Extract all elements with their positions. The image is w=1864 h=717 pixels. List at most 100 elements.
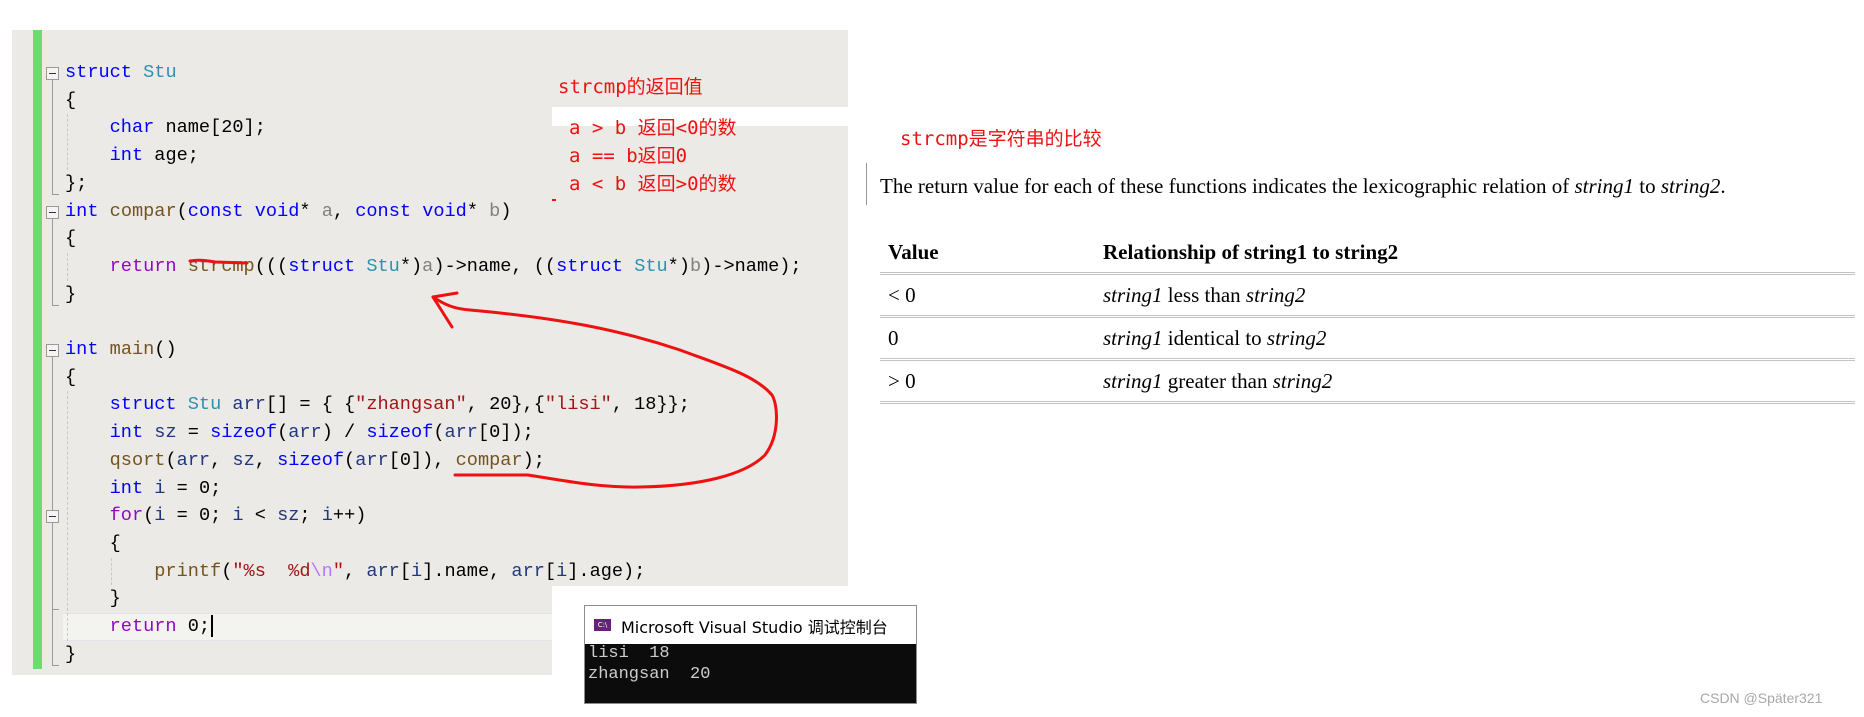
- code-token: compar: [109, 200, 177, 222]
- code-token: };: [65, 172, 88, 194]
- code-line[interactable]: return strcmp(((struct Stu*)a)->name, ((…: [65, 253, 802, 281]
- console-title-bar[interactable]: C:\ Microsoft Visual Studio 调试控制台: [585, 606, 916, 644]
- code-token: *: [466, 200, 490, 222]
- code-line[interactable]: };: [65, 170, 87, 198]
- code-token: i: [154, 477, 166, 499]
- code-token: arr: [511, 560, 545, 582]
- code-line[interactable]: int main(): [65, 336, 177, 364]
- code-token: (: [143, 505, 155, 527]
- code-token: (: [277, 422, 289, 444]
- cell-value: < 0: [880, 273, 1095, 318]
- fold-guide: [52, 218, 53, 305]
- code-token: <: [243, 505, 278, 527]
- annotation-rule: a == b返回0: [569, 145, 688, 167]
- annotation-title: strcmp的返回值: [558, 76, 703, 98]
- code-line[interactable]: {: [65, 364, 76, 392]
- header-value: Value: [880, 232, 1095, 275]
- code-token: void: [422, 200, 467, 222]
- annotation-side-note: strcmp是字符串的比较: [900, 128, 1102, 150]
- code-token: sizeof: [366, 422, 434, 444]
- code-token: b: [489, 200, 501, 222]
- code-token: );: [522, 449, 545, 471]
- code-token: {: [65, 532, 121, 554]
- code-token: qsort: [109, 449, 166, 471]
- code-token: *: [299, 200, 322, 222]
- code-line[interactable]: qsort(arr, sz, sizeof(arr[0]), compar);: [65, 447, 545, 475]
- code-line[interactable]: struct Stu arr[] = { {"zhangsan", 20},{"…: [65, 391, 690, 419]
- console-output-line: lisi 18: [588, 644, 670, 663]
- code-token: }: [65, 588, 121, 610]
- code-line[interactable]: char name[20];: [65, 114, 266, 142]
- collapse-icon[interactable]: [46, 205, 59, 219]
- code-token: sizeof: [210, 422, 278, 444]
- code-token: for: [109, 505, 144, 527]
- code-token: [: [544, 560, 557, 582]
- code-token: ,: [332, 200, 356, 222]
- code-token: main: [109, 339, 155, 360]
- code-line[interactable]: for(i = 0; i < sz; i++): [65, 502, 367, 530]
- console-output[interactable]: lisi 18 zhangsan 20: [585, 644, 916, 703]
- code-line[interactable]: int sz = sizeof(arr) / sizeof(arr[0]);: [65, 419, 534, 447]
- code-token: i: [321, 505, 333, 527]
- code-token: int: [65, 200, 99, 222]
- code-token: *): [667, 255, 690, 277]
- code-token: const: [187, 200, 244, 222]
- console-output-line: zhangsan 20: [588, 665, 711, 684]
- cell-string1: string1: [1103, 282, 1163, 307]
- cell-string2: string2: [1272, 368, 1333, 393]
- code-token: ].age);: [567, 560, 646, 582]
- collapse-icon[interactable]: [46, 510, 59, 524]
- cell-string1: string1: [1103, 325, 1163, 350]
- collapse-icon[interactable]: [46, 344, 59, 357]
- console-title: Microsoft Visual Studio 调试控制台: [621, 618, 888, 637]
- code-line[interactable]: return 0;: [65, 613, 214, 641]
- code-token: arr: [366, 560, 400, 582]
- change-tracking-bar: [33, 30, 42, 669]
- code-token: (: [221, 560, 233, 582]
- code-line[interactable]: printf("%s %d\n", arr[i].name, arr[i].ag…: [65, 558, 645, 586]
- code-token: const: [355, 200, 412, 222]
- code-token: Stu: [187, 394, 222, 416]
- code-token: (: [433, 422, 445, 444]
- code-line[interactable]: }: [65, 585, 121, 613]
- code-token: i: [556, 560, 568, 582]
- code-token: ": [332, 560, 344, 582]
- code-token: struct: [288, 255, 356, 277]
- collapse-icon[interactable]: [46, 67, 59, 80]
- code-line[interactable]: int i = 0;: [65, 475, 222, 503]
- code-token: = 0;: [165, 477, 222, 499]
- code-token: }: [65, 283, 77, 305]
- code-line[interactable]: {: [65, 225, 76, 253]
- code-token: 0;: [176, 616, 211, 637]
- code-token: Stu: [634, 255, 668, 277]
- fold-guide: [52, 80, 53, 194]
- code-token: name[20];: [154, 117, 266, 139]
- table-row: 0 string1 identical to string2: [880, 316, 1855, 361]
- debug-console-window[interactable]: C:\ Microsoft Visual Studio 调试控制台 lisi 1…: [584, 605, 917, 704]
- code-line[interactable]: {: [65, 87, 76, 115]
- code-line[interactable]: int age;: [65, 142, 199, 170]
- code-token: {: [65, 89, 77, 111]
- cell-rel: identical to: [1162, 325, 1267, 350]
- code-line[interactable]: int compar(const void* a, const void* b): [65, 198, 512, 226]
- code-line[interactable]: struct Stu: [65, 59, 177, 87]
- code-token: void: [254, 200, 300, 222]
- code-line[interactable]: {: [65, 530, 121, 558]
- code-token: int: [109, 422, 144, 444]
- code-token: ].name,: [422, 560, 512, 582]
- code-line[interactable]: }: [65, 641, 76, 669]
- code-token: ): [500, 200, 512, 222]
- code-token: arr: [444, 422, 478, 444]
- code-line[interactable]: }: [65, 281, 76, 309]
- code-token: , 20},{: [466, 394, 545, 416]
